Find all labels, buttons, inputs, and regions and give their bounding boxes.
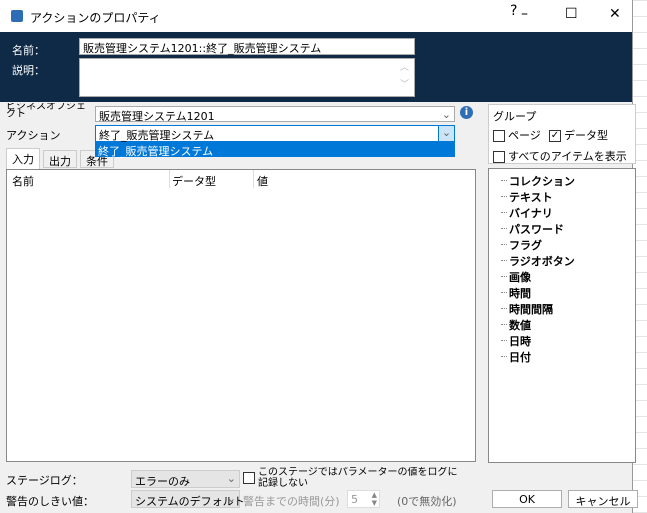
title-bar: アクションのプロパティ ? – ☐ ✕: [0, 0, 632, 32]
no-log-checkbox[interactable]: [243, 472, 255, 484]
tree-item[interactable]: コレクション: [501, 173, 575, 189]
warning-threshold-select[interactable]: システムのデフォルト ⌄: [131, 490, 245, 508]
tree-item[interactable]: テキスト: [501, 189, 553, 205]
close-button[interactable]: ✕: [609, 6, 621, 22]
stage-log-select[interactable]: エラーのみ ⌄: [131, 470, 240, 488]
header-panel: 名前： 販売管理システム1201::終了_販売管理システム 説明： ︿ ﹀: [0, 32, 632, 102]
description-input[interactable]: [79, 58, 415, 97]
tree-item[interactable]: 画像: [501, 269, 531, 285]
ok-button[interactable]: OK: [492, 490, 562, 508]
action-select[interactable]: 終了_販売管理システム ⌄: [95, 125, 455, 142]
chevron-down-icon: ⌄: [438, 126, 454, 141]
datatype-tree: コレクション テキスト バイナリ パスワード フラグ ラジオボタン 画像 時間 …: [488, 168, 636, 463]
tree-item[interactable]: 時間間隔: [501, 301, 553, 317]
tree-item[interactable]: 日付: [501, 349, 531, 365]
show-all-label: すべてのアイテムを表示: [508, 150, 627, 163]
page-checkbox[interactable]: ページ: [493, 127, 541, 143]
description-label: 説明：: [12, 64, 45, 77]
show-all-checkbox[interactable]: すべてのアイテムを表示: [493, 148, 627, 164]
stage-log-value: エラーのみ: [135, 475, 190, 488]
datatype-checkbox[interactable]: ✓ データ型: [549, 127, 608, 143]
parameters-grid: 名前 データ型 値: [6, 169, 476, 462]
action-label: アクション: [6, 129, 61, 142]
action-dropdown-option[interactable]: 終了_販売管理システム: [95, 142, 455, 158]
warning-threshold-label: 警告のしきい値：: [6, 495, 94, 508]
warning-time-label: 警告までの時間(分): [243, 495, 340, 508]
tree-item[interactable]: 時間: [501, 285, 531, 301]
cancel-button[interactable]: キャンセル: [568, 490, 638, 508]
description-scrollbar[interactable]: ︿ ﹀: [400, 60, 409, 94]
info-icon[interactable]: i: [460, 106, 473, 119]
window-title: アクションのプロパティ: [30, 11, 161, 25]
tree-item[interactable]: 日時: [501, 333, 531, 349]
action-value: 終了_販売管理システム: [99, 129, 215, 142]
column-header-datatype[interactable]: データ型: [172, 173, 216, 189]
name-label: 名前：: [12, 44, 45, 57]
minimize-button[interactable]: –: [521, 6, 528, 22]
business-object-select[interactable]: 販売管理システム1201 ⌄: [95, 106, 455, 123]
tree-item[interactable]: バイナリ: [501, 205, 553, 221]
tree-item[interactable]: パスワード: [501, 221, 564, 237]
chevron-down-icon: ⌄: [226, 472, 236, 485]
tree-item[interactable]: 数値: [501, 317, 531, 333]
name-input[interactable]: 販売管理システム1201::終了_販売管理システム: [79, 38, 415, 55]
tree-item[interactable]: フラグ: [501, 237, 542, 253]
action-properties-dialog: アクションのプロパティ ? – ☐ ✕ 名前： 販売管理システム1201::終了…: [0, 0, 638, 513]
warning-time-value: 5: [351, 493, 358, 506]
group-title: グループ: [493, 110, 537, 123]
disabled-hint: (0で無効化): [397, 495, 457, 508]
page-checkbox-label: ページ: [508, 129, 541, 142]
tree-item[interactable]: ラジオボタン: [501, 253, 575, 269]
chevron-down-icon: ⌄: [441, 108, 451, 121]
business-object-label: ビジネスオブジェクト: [6, 103, 86, 117]
tab-output[interactable]: 出力: [43, 150, 77, 168]
no-log-label: このステージではパラメーターの値をログに記録しない: [258, 467, 458, 489]
chevron-down-icon: ⌄: [226, 492, 236, 505]
business-object-value: 販売管理システム1201: [99, 110, 215, 123]
datatype-checkbox-label: データ型: [564, 129, 608, 142]
spinner-icon[interactable]: ▲ ▼: [372, 491, 377, 507]
maximize-button[interactable]: ☐: [565, 6, 578, 22]
app-icon: [11, 10, 23, 22]
help-button[interactable]: ?: [510, 3, 517, 19]
check-icon: ✓: [549, 130, 561, 142]
stage-log-label: ステージログ：: [6, 474, 83, 487]
tab-input[interactable]: 入力: [6, 148, 40, 169]
group-panel: グループ ページ ✓ データ型 すべてのアイテムを表示: [488, 104, 636, 164]
warning-time-input[interactable]: 5 ▲ ▼: [347, 490, 380, 508]
column-header-value[interactable]: 値: [257, 173, 268, 189]
column-header-name[interactable]: 名前: [12, 173, 34, 189]
